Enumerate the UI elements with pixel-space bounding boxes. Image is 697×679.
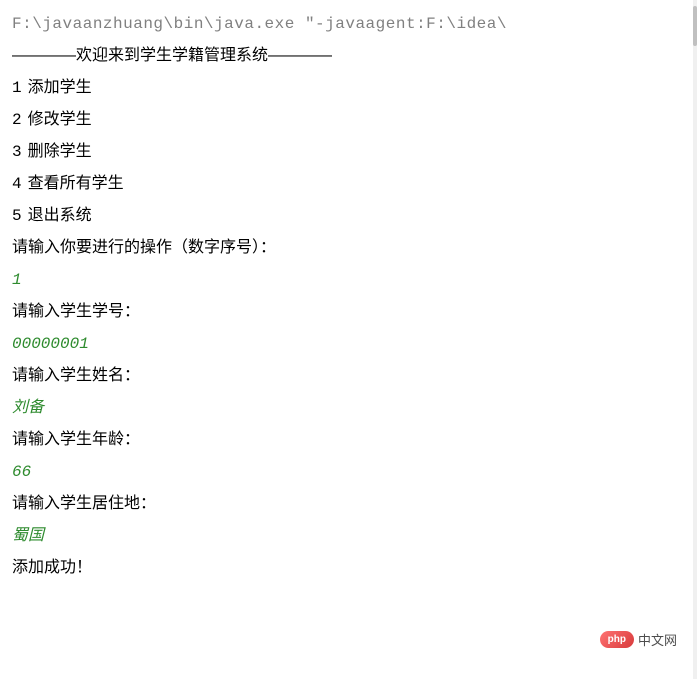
watermark-text: 中文网 <box>638 630 677 649</box>
user-input-action: 1 <box>12 264 685 296</box>
menu-item-2: 2 修改学生 <box>12 104 685 136</box>
menu-item-1: 1 添加学生 <box>12 72 685 104</box>
user-input-student-addr: 蜀国 <box>12 520 685 552</box>
welcome-banner: ————欢迎来到学生学籍管理系统———— <box>12 40 685 72</box>
prompt-student-addr: 请输入学生居住地： <box>12 488 685 520</box>
prompt-student-age: 请输入学生年龄： <box>12 424 685 456</box>
menu-label: 删除学生 <box>28 143 92 160</box>
menu-number: 1 <box>12 79 22 97</box>
watermark: php 中文网 <box>600 630 677 649</box>
scrollbar-thumb[interactable] <box>693 6 697 46</box>
menu-number: 3 <box>12 143 22 161</box>
menu-number: 4 <box>12 175 22 193</box>
user-input-student-age: 66 <box>12 456 685 488</box>
scrollbar-track[interactable] <box>693 0 697 679</box>
menu-number: 2 <box>12 111 22 129</box>
menu-label: 修改学生 <box>28 111 92 128</box>
menu-label: 查看所有学生 <box>28 175 124 192</box>
prompt-student-id: 请输入学生学号： <box>12 296 685 328</box>
user-input-student-name: 刘备 <box>12 392 685 424</box>
menu-label: 添加学生 <box>28 79 92 96</box>
command-line: F:\javaanzhuang\bin\java.exe "-javaagent… <box>12 8 685 40</box>
menu-item-5: 5 退出系统 <box>12 200 685 232</box>
watermark-badge: php <box>600 631 634 648</box>
menu-label: 退出系统 <box>28 207 92 224</box>
user-input-student-id: 00000001 <box>12 328 685 360</box>
menu-item-3: 3 删除学生 <box>12 136 685 168</box>
prompt-student-name: 请输入学生姓名： <box>12 360 685 392</box>
console-output: F:\javaanzhuang\bin\java.exe "-javaagent… <box>12 8 685 584</box>
prompt-action: 请输入你要进行的操作（数字序号）： <box>12 232 685 264</box>
result-message: 添加成功！ <box>12 552 685 584</box>
menu-number: 5 <box>12 207 22 225</box>
menu-item-4: 4 查看所有学生 <box>12 168 685 200</box>
